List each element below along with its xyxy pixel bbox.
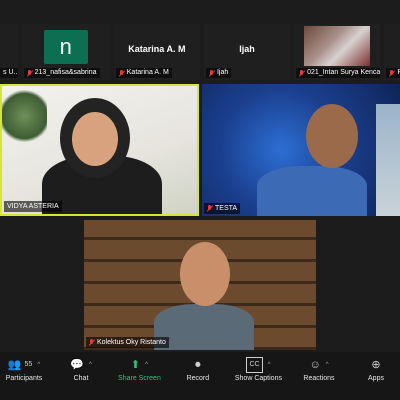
share-screen-icon: ⬆ [130,359,141,371]
avatar: n [43,30,88,64]
person-face [180,242,230,306]
participant-name: TESTA [215,205,238,212]
reactions-button[interactable]: ☺ ^ Reactions [299,352,339,382]
participant-center-name: Ijah [239,44,255,54]
apps-button[interactable]: ⊕ Apps [356,352,396,382]
share-screen-label: Share Screen [118,375,161,382]
participant-tile[interactable]: Ijah Ijah [203,24,291,80]
reactions-icon: ☺ [309,359,321,371]
chevron-up-icon[interactable]: ^ [89,358,92,372]
participant-strip: s U... n 213_nafisa&sabrina Katarina A. … [0,24,400,80]
chevron-up-icon[interactable]: ^ [37,358,40,372]
participant-name-tag: TESTA [204,203,241,214]
show-captions-button[interactable]: CC ^ Show Captions [235,352,282,382]
participant-count: 55 [24,361,33,368]
record-button[interactable]: ⏺ Record [178,352,218,382]
participant-name-tag: Kolektus Oky Ristanto [86,337,169,348]
mic-muted-icon [119,69,125,77]
participant-name: Katarina A. M [126,69,169,76]
apps-label: Apps [368,375,384,382]
participants-label: Participants [5,375,43,382]
participant-name-tag: Ijah [205,68,232,78]
person-body [257,166,367,216]
video-tile[interactable]: TESTA [202,84,400,216]
apps-icon: ⊕ [371,359,381,371]
participant-center-name: Katarina A. M [128,44,186,54]
mic-muted-icon [209,69,215,77]
chat-label: Chat [73,375,89,382]
participant-name: 021_Intan Surya Kenca... [307,69,381,76]
chevron-up-icon[interactable]: ^ [145,358,148,372]
participant-tile[interactable]: Katarina A. M Katarina A. M [113,24,200,80]
person-face [306,104,358,168]
participant-tile[interactable]: 021_Intan Surya Kenca... [294,24,381,80]
zoom-meeting-window: s U... n 213_nafisa&sabrina Katarina A. … [0,0,400,400]
participant-name-tag: 021_Intan Surya Kenca... [296,68,381,78]
mic-muted-icon [389,69,395,77]
mic-muted-icon [207,205,213,212]
chat-icon: 💬 [70,359,84,371]
participant-name: Ijah [216,69,229,76]
chevron-up-icon[interactable]: ^ [268,358,271,372]
participants-icon: 👥 [7,359,22,371]
participant-video-thumbnail [304,26,371,66]
participant-name-tag: 213_nafisa&sabrina [23,68,100,78]
mic-muted-icon [299,69,305,77]
chevron-up-icon[interactable]: ^ [326,358,329,372]
meeting-controls-toolbar: 👥 55 ^ Participants 💬 ^ Chat ⬆ ^ Share Scree… [0,352,400,400]
video-tile[interactable]: Kolektus Oky Ristanto [84,220,316,350]
participant-name-tag: s U... [0,68,18,78]
participant-name: Kolektus Oky Ristanto [97,339,166,346]
participants-button[interactable]: 👥 55 ^ Participants [4,352,44,382]
participant-tile[interactable]: n 213_nafisa&sabrina [21,24,110,80]
captions-icon: CC [246,357,263,373]
participant-name: 213_nafisa&sabrina [34,69,97,76]
video-tile-active-speaker[interactable]: VIDYA ASTERIA [0,84,199,216]
participant-name-tag: VIDYA ASTERIA [4,201,62,212]
plant-decoration [2,86,47,146]
participant-name-tag: Katarina A. M [115,68,172,78]
building-background [376,104,400,216]
participant-tile[interactable]: PE [384,24,400,80]
reactions-label: Reactions [303,375,335,382]
participant-name: VIDYA ASTERIA [7,203,59,210]
mic-muted-icon [27,69,33,77]
participant-name-tag: PE [386,68,400,78]
mic-muted-icon [89,339,95,346]
person-body [154,304,254,350]
record-label: Record [186,375,210,382]
share-screen-button[interactable]: ⬆ ^ Share Screen [118,352,161,382]
participant-tile[interactable]: s U... [0,24,18,80]
show-captions-label: Show Captions [234,375,282,382]
person-face [72,112,118,166]
participant-name: s U... [3,69,18,76]
record-icon: ⏺ [195,359,201,371]
chat-button[interactable]: 💬 ^ Chat [61,352,101,382]
